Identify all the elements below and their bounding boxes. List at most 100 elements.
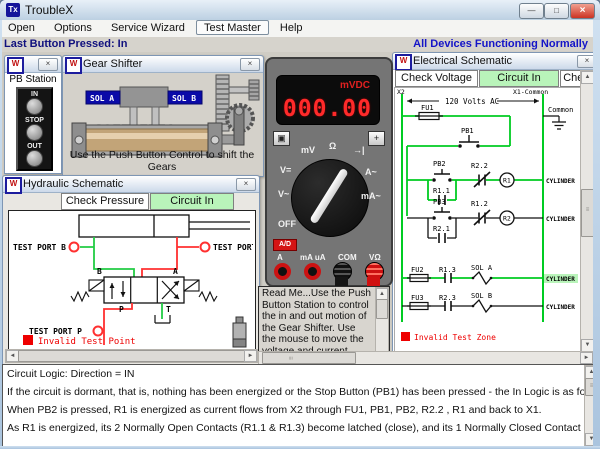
test-port-p-label: TEST PORT P [29, 327, 82, 336]
minimize-button[interactable]: — [519, 3, 544, 19]
label-pb2: PB2 [433, 160, 446, 168]
menu-item-test-master[interactable]: Test Master [196, 20, 269, 35]
dial-off-label[interactable]: OFF [278, 219, 296, 229]
troublex-panel-icon: W [65, 57, 82, 74]
pb-station-window: W × PB Station IN STOP OUT [4, 55, 62, 174]
dial-maac-label[interactable]: mA~ [361, 191, 381, 201]
readme-vscrollbar[interactable]: ▲ [375, 287, 389, 352]
hydraulic-close-icon[interactable]: × [236, 178, 256, 191]
label-fu1: FU1 [421, 104, 434, 112]
troublex-panel-icon: W [7, 57, 24, 74]
menu-item-service-wizard[interactable]: Service Wizard [103, 20, 193, 34]
gear-shifter-graphic: SOFTPEDIA SOL A SOL B [64, 73, 260, 161]
ad-button[interactable]: A/D [273, 239, 297, 251]
thumb-grip: ≡ [288, 353, 292, 363]
invalid-test-zone-label: Invalid Test Zone [414, 333, 496, 342]
menu-item-open[interactable]: Open [0, 20, 43, 34]
invalid-point-swatch [23, 335, 33, 345]
close-button[interactable]: × [570, 3, 595, 19]
pb-station-label: PB Station [5, 73, 61, 85]
label-common: Common [548, 106, 573, 114]
label-r2: R2 [503, 215, 511, 223]
valve-a-label: A [173, 267, 178, 276]
sol-a-label: SOL A [90, 94, 114, 103]
port-t-label: T [166, 305, 171, 314]
label-r21: R2.1 [433, 225, 450, 233]
logic-line-1: Circuit Logic: Direction = IN [7, 368, 135, 380]
gear-shifter-title-bar[interactable]: W Gear Shifter × [63, 56, 263, 73]
menu-item-help[interactable]: Help [272, 20, 311, 34]
hydraulic-hscrollbar[interactable]: ◄ ► [5, 349, 258, 363]
tab-check-pressure[interactable]: Check Pressure [61, 193, 149, 210]
label-cylinder-in-2: CYLINDER IN [546, 276, 578, 283]
dial-ohm-label[interactable]: Ω [329, 141, 336, 151]
meter-display: mVDC 000.00 [276, 75, 380, 125]
readme-vscroll-thumb[interactable] [376, 299, 388, 319]
circuit-logic-panel: Circuit Logic: Direction = IN If the cir… [2, 364, 600, 448]
label-r22: R2.2 [471, 162, 488, 170]
label-r12: R1.2 [471, 200, 488, 208]
troublex-panel-icon: W [395, 54, 412, 71]
tab-circuit-in-electrical[interactable]: Circuit In [479, 70, 559, 87]
sol-b-label: SOL B [172, 94, 196, 103]
app-icon: Tx [6, 3, 20, 17]
scroll-right-icon[interactable]: ► [580, 352, 593, 364]
jack-com-label: COM [338, 253, 357, 262]
logic-line-3: When PB2 is pressed, R1 is energized as … [7, 404, 542, 416]
invalid-test-point-label: Invalid Test Point [38, 337, 136, 347]
test-port-a-label: TEST PORT A [213, 243, 253, 252]
test-port-b-point[interactable] [70, 243, 79, 252]
last-button-status: Last Button Pressed: In [4, 38, 127, 50]
jack-a[interactable] [274, 263, 291, 280]
meter-mode: mVDC [340, 80, 370, 91]
meter-value: 000.00 [283, 96, 372, 122]
label-r1: R1 [503, 177, 511, 185]
plus-button[interactable]: + [368, 131, 385, 146]
electrical-title: Electrical Schematic [413, 55, 512, 67]
tab-check-voltage[interactable]: Check Voltage [395, 70, 478, 87]
workspace-hscrollbar[interactable]: ≡ ► [258, 351, 594, 365]
out-button-label: OUT [18, 143, 51, 150]
ladder-diagram: X2 X1-Common 120 Volts AC Common FU1 PB1 [395, 88, 578, 350]
test-port-p-point[interactable] [94, 327, 103, 336]
window-frame-left [0, 20, 2, 449]
out-button[interactable] [26, 150, 43, 167]
in-button[interactable] [26, 98, 43, 115]
app-window: Tx TroubleX — □ × Open Options Service W… [0, 0, 600, 449]
label-r11: R1.1 [433, 187, 450, 195]
dial-aac-label[interactable]: A~ [365, 167, 377, 177]
hydraulic-title-bar[interactable]: W Hydraulic Schematic × [3, 176, 259, 193]
jack-ma[interactable] [304, 263, 321, 280]
label-x2: X2 [397, 88, 405, 96]
dial-diode-label[interactable]: →| [353, 145, 365, 155]
display-button[interactable]: ▣ [273, 131, 290, 146]
logic-line-2: If the circuit is dormant, that is, noth… [7, 386, 600, 398]
hydraulic-hscroll-thumb[interactable] [18, 350, 246, 362]
pb-station-title-bar[interactable]: W × [5, 56, 61, 73]
label-r13: R1.3 [439, 266, 456, 274]
label-x1-common: X1-Common [513, 88, 548, 96]
logic-line-4: As R1 is energized, its 2 Normally Open … [7, 422, 600, 434]
label-cylinder-out-2: CYLINDER O [546, 304, 578, 311]
test-port-a-point[interactable] [201, 243, 210, 252]
label-cylinder-out-1: CYLINDER O [546, 216, 578, 223]
push-button-panel: IN STOP OUT [16, 87, 53, 171]
gear-shifter-close-icon[interactable]: × [240, 58, 260, 71]
scroll-right-icon[interactable]: ► [244, 350, 257, 362]
dial-vdc-label[interactable]: V= [280, 165, 291, 175]
dial-mv-label[interactable]: mV [301, 145, 315, 155]
label-sol-a-elec: SOL A [471, 264, 493, 272]
gear-shifter-caption: Use the Push Button Control to shift the… [63, 149, 261, 173]
thumb-grip: ≡ [582, 208, 593, 212]
gear-shifter-title: Gear Shifter [83, 58, 142, 70]
menu-item-options[interactable]: Options [46, 20, 100, 34]
electrical-title-bar[interactable]: W Electrical Schematic × [393, 53, 600, 70]
workspace-hscroll-thumb[interactable]: ≡ [262, 352, 356, 364]
maximize-button[interactable]: □ [544, 3, 569, 19]
stop-button-label: STOP [18, 117, 51, 124]
stop-button[interactable] [26, 124, 43, 141]
dial-vac-label[interactable]: V~ [278, 189, 289, 199]
pb-station-close-icon[interactable]: × [38, 58, 58, 71]
label-r23: R2.3 [439, 294, 456, 302]
tab-circuit-in-hydraulic[interactable]: Circuit In [150, 193, 234, 210]
